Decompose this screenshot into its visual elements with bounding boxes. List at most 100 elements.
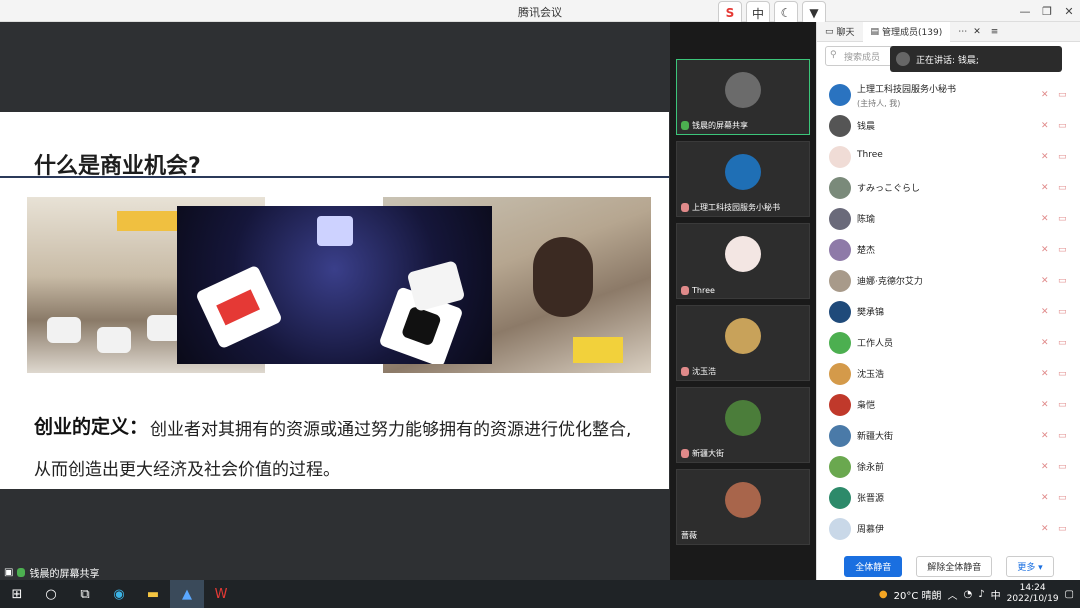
mic-muted-icon[interactable]: ✕ bbox=[1041, 152, 1051, 162]
more-icon[interactable]: ⋯ bbox=[958, 27, 967, 37]
slide-divider bbox=[0, 176, 669, 178]
member-row[interactable]: 楚杰 ✕ ▭ bbox=[817, 233, 1080, 264]
camera-off-icon[interactable]: ▭ bbox=[1058, 121, 1070, 131]
member-row[interactable]: 周慕伊 ✕ ▭ bbox=[817, 512, 1080, 543]
mic-muted-icon[interactable]: ✕ bbox=[1041, 121, 1051, 131]
wps-icon[interactable]: W bbox=[204, 580, 238, 608]
tab-members[interactable]: ▤ 管理成员(139) bbox=[862, 21, 951, 42]
camera-off-icon[interactable]: ▭ bbox=[1058, 462, 1070, 472]
more-button[interactable]: 更多 ▾ bbox=[1006, 555, 1054, 577]
clock[interactable]: 14:24 2022/10/19 bbox=[1007, 583, 1059, 605]
volume-icon[interactable]: ♪ bbox=[978, 589, 984, 600]
member-row[interactable]: 张晋源 ✕ ▭ bbox=[817, 481, 1080, 512]
panel-tabs: ▭ 聊天 ▤ 管理成员(139) ⋯ ✕ ≡ bbox=[817, 21, 1080, 42]
folder-icon[interactable]: ▬ bbox=[136, 580, 170, 608]
camera-off-icon[interactable]: ▭ bbox=[1058, 90, 1070, 100]
network-icon[interactable]: ◔ bbox=[964, 589, 973, 600]
ime-icon[interactable]: 中 bbox=[991, 587, 1001, 602]
video-tile-name: Three bbox=[681, 286, 715, 295]
avatar bbox=[829, 146, 851, 168]
video-tile[interactable]: 沈玉浩 bbox=[676, 305, 810, 381]
member-row[interactable]: 徐永前 ✕ ▭ bbox=[817, 450, 1080, 481]
mic-muted-icon[interactable]: ✕ bbox=[1041, 338, 1051, 348]
member-name: 楚杰 bbox=[857, 246, 876, 256]
mic-muted-icon[interactable]: ✕ bbox=[1041, 493, 1051, 503]
camera-off-icon[interactable]: ▭ bbox=[1058, 276, 1070, 286]
member-row[interactable]: 钱晨 ✕ ▭ bbox=[817, 109, 1080, 140]
member-row[interactable]: 迪娜·克德尔艾力 ✕ ▭ bbox=[817, 264, 1080, 295]
mic-muted-icon[interactable]: ✕ bbox=[1041, 245, 1051, 255]
photo-app-logos bbox=[177, 206, 492, 364]
mic-muted-icon[interactable]: ✕ bbox=[1041, 214, 1051, 224]
notification-icon[interactable]: ▢ bbox=[1065, 589, 1074, 600]
unmute-all-button[interactable]: 解除全体静音 bbox=[916, 555, 993, 577]
camera-off-icon[interactable]: ▭ bbox=[1058, 152, 1070, 162]
member-name: 钱晨 bbox=[857, 122, 876, 132]
video-tile[interactable]: 钱晨的屏幕共享 bbox=[676, 59, 810, 135]
member-row[interactable]: すみっこぐらし ✕ ▭ bbox=[817, 171, 1080, 202]
mic-muted-icon[interactable]: ✕ bbox=[1041, 524, 1051, 534]
minimize-button[interactable]: — bbox=[1014, 0, 1036, 22]
mic-muted-icon[interactable]: ✕ bbox=[1041, 276, 1051, 286]
camera-off-icon[interactable]: ▭ bbox=[1058, 338, 1070, 348]
member-role: (主持人, 我) bbox=[857, 99, 901, 108]
tab-members-label: 管理成员(139) bbox=[882, 28, 943, 38]
avatar bbox=[829, 301, 851, 323]
member-row[interactable]: 沈玉浩 ✕ ▭ bbox=[817, 357, 1080, 388]
mic-muted-icon bbox=[681, 367, 689, 376]
menu-icon[interactable]: ≡ bbox=[991, 27, 999, 37]
camera-off-icon[interactable]: ▭ bbox=[1058, 214, 1070, 224]
member-name: 枭恺 bbox=[857, 401, 876, 411]
slide: 什么是商业机会? 创业的定义： 创业者对其拥有的资源或通过努力能够拥有的资源进行… bbox=[0, 112, 669, 489]
close-button[interactable]: ✕ bbox=[1058, 0, 1080, 22]
avatar bbox=[829, 239, 851, 261]
camera-off-icon[interactable]: ▭ bbox=[1058, 307, 1070, 317]
camera-off-icon[interactable]: ▭ bbox=[1058, 431, 1070, 441]
camera-off-icon[interactable]: ▭ bbox=[1058, 369, 1070, 379]
task-view-icon[interactable]: ⧉ bbox=[68, 580, 102, 608]
video-tile[interactable]: Three bbox=[676, 223, 810, 299]
taskbar: ⊞ ○ ⧉ ◉ ▬ ▲ W ● 20°C 晴朗 ︿ ◔ ♪ 中 14:24 20… bbox=[0, 580, 1080, 608]
member-row[interactable]: 陈瑜 ✕ ▭ bbox=[817, 202, 1080, 233]
member-row[interactable]: Three ✕ ▭ bbox=[817, 140, 1080, 171]
mic-muted-icon[interactable]: ✕ bbox=[1041, 400, 1051, 410]
video-tile-name: 新疆大街 bbox=[681, 448, 724, 459]
avatar bbox=[829, 363, 851, 385]
search-icon[interactable]: ○ bbox=[34, 580, 68, 608]
meeting-app-icon[interactable]: ▲ bbox=[170, 580, 204, 608]
mute-all-button[interactable]: 全体静音 bbox=[844, 555, 903, 577]
edge-icon[interactable]: ◉ bbox=[102, 580, 136, 608]
camera-off-icon[interactable]: ▭ bbox=[1058, 400, 1070, 410]
member-row[interactable]: 枭恺 ✕ ▭ bbox=[817, 388, 1080, 419]
avatar bbox=[725, 236, 761, 272]
camera-off-icon[interactable]: ▭ bbox=[1058, 524, 1070, 534]
member-row[interactable]: 新疆大街 ✕ ▭ bbox=[817, 419, 1080, 450]
mic-muted-icon[interactable]: ✕ bbox=[1041, 462, 1051, 472]
mic-muted-icon[interactable]: ✕ bbox=[1041, 90, 1051, 100]
windows-icon[interactable]: ⊞ bbox=[0, 580, 34, 608]
video-tile[interactable]: 上理工科技园服务小秘书 bbox=[676, 141, 810, 217]
mic-muted-icon[interactable]: ✕ bbox=[1041, 307, 1051, 317]
chevron-up-icon[interactable]: ︿ bbox=[948, 587, 958, 602]
member-row[interactable]: 工作人员 ✕ ▭ bbox=[817, 326, 1080, 357]
avatar bbox=[829, 177, 851, 199]
close-panel-icon[interactable]: ✕ bbox=[973, 27, 981, 37]
video-tile-label: 钱晨的屏幕共享 bbox=[692, 121, 748, 130]
video-tile[interactable]: 新疆大街 bbox=[676, 387, 810, 463]
maximize-button[interactable]: ❐ bbox=[1036, 0, 1058, 22]
member-row[interactable]: 樊承锦 ✕ ▭ bbox=[817, 295, 1080, 326]
mic-muted-icon[interactable]: ✕ bbox=[1041, 431, 1051, 441]
camera-off-icon[interactable]: ▭ bbox=[1058, 245, 1070, 255]
mic-muted-icon[interactable]: ✕ bbox=[1041, 369, 1051, 379]
camera-off-icon[interactable]: ▭ bbox=[1058, 493, 1070, 503]
mic-muted-icon[interactable]: ✕ bbox=[1041, 183, 1051, 193]
member-row[interactable]: 上理工科技园服务小秘书 (主持人, 我) ✕ ▭ bbox=[817, 78, 1080, 109]
tab-chat[interactable]: ▭ 聊天 bbox=[817, 22, 863, 42]
video-tile-label: 新疆大街 bbox=[692, 449, 724, 458]
video-tile[interactable]: 蔷薇 bbox=[676, 469, 810, 545]
tab-chat-label: 聊天 bbox=[836, 28, 855, 38]
video-tile-label: 蔷薇 bbox=[681, 531, 697, 540]
members-icon: ▤ bbox=[870, 26, 880, 37]
camera-off-icon[interactable]: ▭ bbox=[1058, 183, 1070, 193]
member-name: Three bbox=[857, 150, 883, 160]
